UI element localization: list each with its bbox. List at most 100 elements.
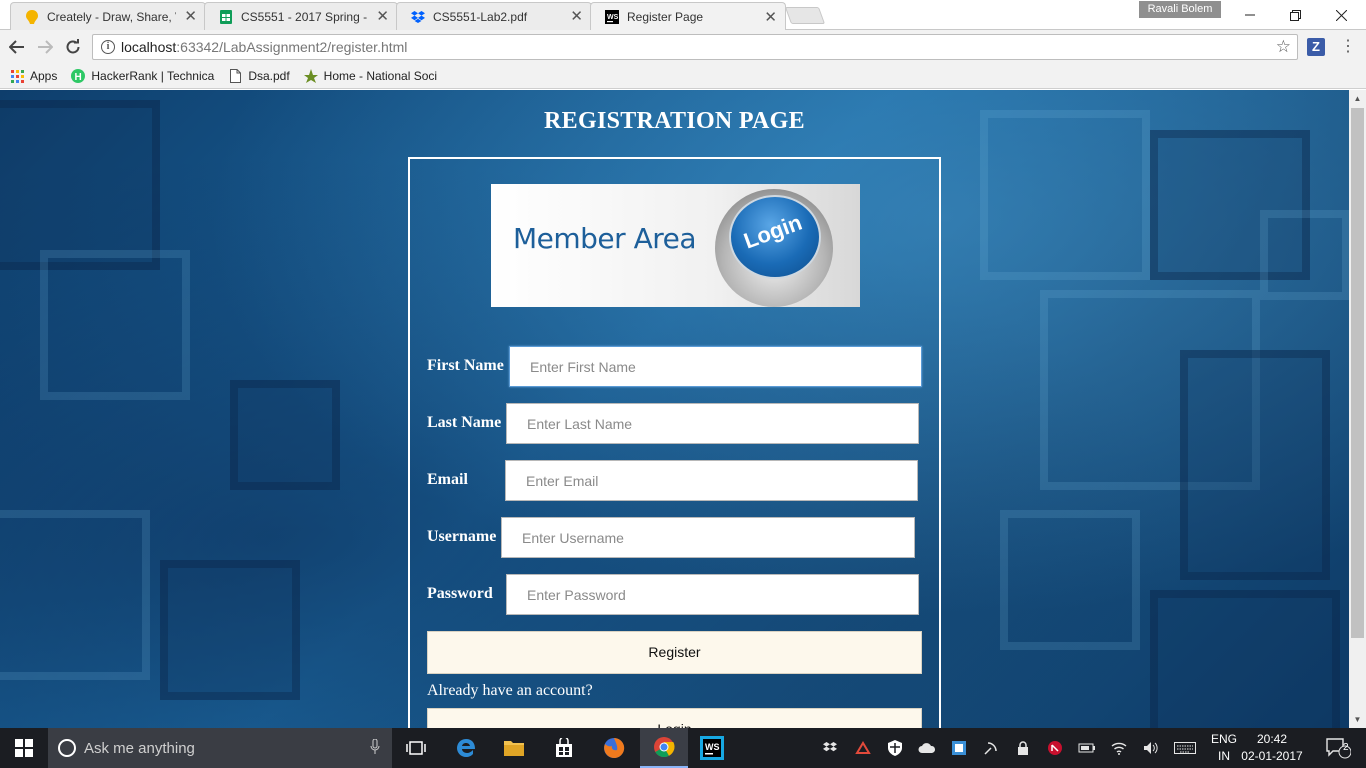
keyboard-icon[interactable] [1172,728,1198,768]
tab-dropbox[interactable]: CS5551-Lab2.pdf ✕ [396,2,592,30]
webstorm-icon: WS [605,10,619,24]
page-title: REGISTRATION PAGE [544,108,805,134]
hackerrank-icon: H [71,69,86,83]
satellite-icon[interactable] [980,728,1002,768]
page-viewport: REGISTRATION PAGE Member Area Login Firs… [0,90,1349,728]
username-input[interactable] [501,517,915,558]
last-name-label: Last Name [427,414,502,431]
close-tab-icon[interactable]: ✕ [184,9,197,24]
login-button[interactable]: Login [427,708,922,728]
action-center-icon[interactable]: 2 [1318,728,1358,768]
member-area-banner: Member Area Login [491,184,860,307]
tab-sheets[interactable]: CS5551 - 2017 Spring - G ✕ [204,2,398,30]
file-explorer-icon[interactable] [490,728,538,768]
volume-icon[interactable] [1140,728,1162,768]
profile-badge[interactable]: Ravali Bolem [1139,1,1221,18]
background-pattern [1260,210,1349,300]
search-placeholder: Ask me anything [84,739,195,757]
bookmarks-bar: Apps H HackerRank | Technica Dsa.pdf Hom… [0,64,1366,89]
clock-time: 20:42 [1256,732,1288,746]
background-pattern [1150,590,1340,728]
password-input[interactable] [506,574,919,615]
tab-register-page[interactable]: WS Register Page ✕ [590,2,786,31]
background-pattern [0,510,150,680]
address-bar[interactable]: i localhost:63342/LabAssignment2/registe… [92,34,1298,60]
first-name-input[interactable] [509,346,922,387]
reload-icon[interactable] [62,36,84,58]
banner-text: Member Area [513,222,697,255]
url-host: localhost [121,39,177,55]
apps-grid-icon [10,69,24,83]
notification-count: 2 [1343,742,1349,753]
store-icon[interactable] [540,728,588,768]
clock-date: 02-01-2017 [1241,749,1303,763]
scroll-up-icon[interactable]: ▲ [1349,90,1366,107]
society-logo-icon [303,69,318,83]
bookmark-hackerrank[interactable]: H HackerRank | Technica [71,69,214,83]
info-icon[interactable]: i [101,40,115,54]
last-name-input[interactable] [506,403,919,444]
email-input[interactable] [505,460,918,501]
onedrive-icon[interactable] [916,728,938,768]
creative-cloud-icon[interactable] [852,728,874,768]
tab-strip: Creately - Draw, Share, V ✕ CS5551 - 201… [0,0,1366,31]
url-path: :63342/LabAssignment2/register.html [176,39,408,55]
webstorm-taskbar-icon[interactable]: WS [688,728,736,768]
new-tab-button[interactable] [784,7,826,24]
tab-title: CS5551 - 2017 Spring - G [241,9,369,24]
username-label: Username [427,528,497,545]
extension-z-icon[interactable]: Z [1307,38,1325,56]
file-icon [228,69,242,83]
password-label: Password [427,585,493,602]
close-window-icon[interactable] [1318,0,1364,30]
windows-start-icon[interactable] [0,728,48,768]
back-icon[interactable] [6,36,28,58]
scroll-down-icon[interactable]: ▼ [1349,711,1366,728]
firefox-icon[interactable] [590,728,638,768]
svg-text:WS: WS [607,14,619,21]
cortana-search-box[interactable]: Ask me anything [48,728,392,768]
bookmark-label: Apps [30,69,58,83]
scrollbar-thumb[interactable] [1351,108,1364,638]
forward-icon[interactable] [34,36,56,58]
svg-text:H: H [75,72,82,83]
tab-title: Creately - Draw, Share, V [47,9,177,24]
bookmark-national-society[interactable]: Home - National Soci [303,69,438,83]
registration-form: Member Area Login First Name Last Name E… [408,157,941,728]
browser-toolbar: i localhost:63342/LabAssignment2/registe… [0,30,1366,64]
system-clock[interactable]: 20:42 02-01-2017 [1238,731,1306,765]
close-tab-icon[interactable]: ✕ [376,9,389,24]
lock-icon[interactable] [1012,728,1034,768]
taskbar: Ask me anything WS ENG IN 20:42 02-01-20… [0,728,1366,768]
task-view-icon[interactable] [392,728,440,768]
antivirus-icon[interactable] [1044,728,1066,768]
email-label: Email [427,471,468,488]
restore-icon[interactable] [1272,0,1318,30]
chrome-icon[interactable] [640,728,688,768]
background-pattern [160,560,300,700]
bookmark-label: Home - National Soci [323,69,438,83]
background-pattern [230,380,340,490]
tab-creately[interactable]: Creately - Draw, Share, V ✕ [10,2,206,30]
security-shield-icon[interactable] [884,728,906,768]
register-button[interactable]: Register [427,631,922,674]
dropbox-tray-icon[interactable] [820,728,840,768]
minimize-icon[interactable] [1227,0,1273,30]
bookmark-apps[interactable]: Apps [10,69,57,83]
network-adapter-icon[interactable] [948,728,970,768]
close-tab-icon[interactable]: ✕ [764,10,777,25]
first-name-label: First Name [427,357,504,374]
menu-kebab-icon[interactable]: ⋮ [1340,38,1356,56]
bookmark-label: HackerRank | Technica [91,69,215,83]
close-tab-icon[interactable]: ✕ [570,9,583,24]
battery-icon[interactable] [1076,728,1098,768]
vertical-scrollbar[interactable]: ▲ ▼ [1349,90,1366,728]
bookmark-star-icon[interactable]: ☆ [1276,37,1291,57]
language-code: ENG [1210,732,1237,746]
microphone-icon[interactable] [370,738,380,758]
login-button-graphic: Login [715,189,833,307]
wifi-icon[interactable] [1108,728,1130,768]
bookmark-dsa-pdf[interactable]: Dsa.pdf [228,69,290,83]
language-indicator[interactable]: ENG IN [1208,731,1240,765]
edge-icon[interactable] [442,728,490,768]
